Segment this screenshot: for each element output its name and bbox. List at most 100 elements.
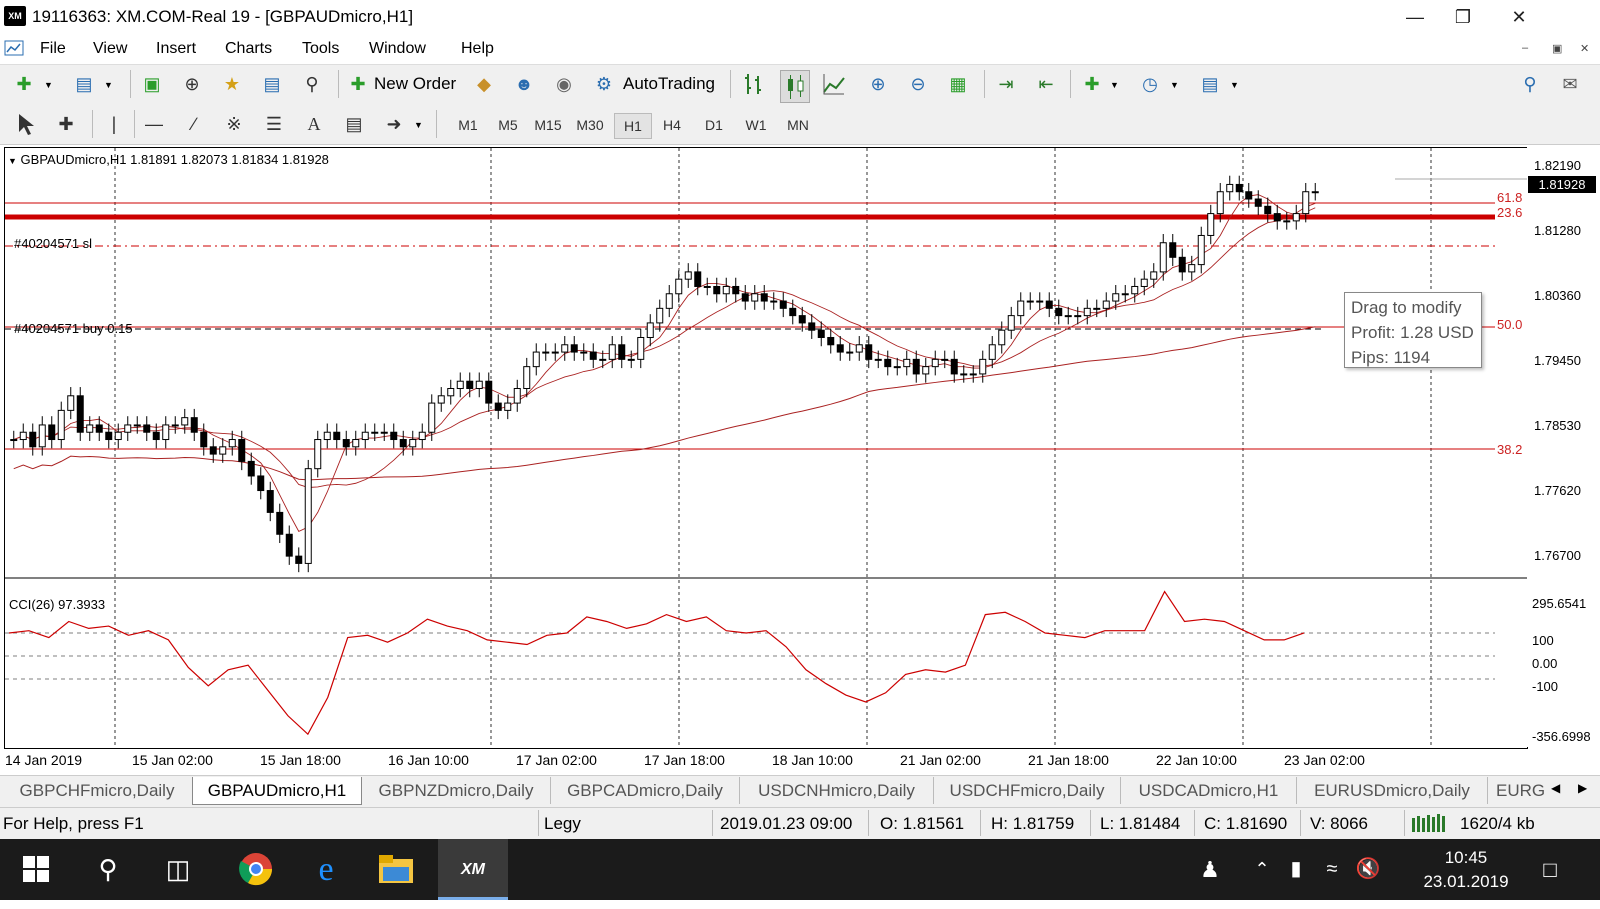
mdi-restore-icon[interactable]: ▣ (1552, 42, 1562, 55)
timeframe-w1[interactable]: W1 (738, 113, 774, 137)
candle-body (998, 329, 1006, 346)
chat-bubble-icon[interactable]: ✉ (1556, 70, 1584, 98)
search-icon[interactable]: ⚲ (1516, 70, 1544, 98)
timeframe-h4[interactable]: H4 (654, 113, 690, 137)
price-label: 1.77620 (1534, 483, 1581, 498)
crosshair-target-icon[interactable]: ⊕ (178, 70, 206, 98)
fibonacci-icon[interactable]: ☰ (260, 110, 288, 138)
windows-start-icon[interactable] (6, 839, 66, 900)
people-icon[interactable]: ♟ (1180, 839, 1240, 900)
menu-help[interactable]: Help (461, 40, 494, 58)
chart-window[interactable] (4, 147, 1528, 749)
task-view-icon[interactable]: ◫ (148, 839, 208, 900)
dropdown-arrow-icon[interactable]: ▼ (1170, 80, 1179, 90)
timeframe-m30[interactable]: M30 (572, 113, 608, 137)
bar-chart-icon[interactable] (740, 70, 768, 101)
tab-gbpaud[interactable]: GBPAUDmicro,H1 (192, 777, 362, 805)
zoom-in-icon[interactable]: ⊕ (864, 70, 892, 98)
timeframe-mn[interactable]: MN (780, 113, 816, 137)
tab-gbpchf[interactable]: GBPCHFmicro,Daily (2, 777, 193, 804)
timeframe-m15[interactable]: M15 (530, 113, 566, 137)
chart-shift-icon[interactable]: ⇤ (1032, 70, 1060, 98)
candle-body (314, 439, 322, 470)
candle-body (371, 431, 379, 434)
equidistant-channel-icon[interactable]: ※ (220, 110, 248, 138)
candlestick-chart-icon[interactable] (780, 70, 810, 103)
tab-scroll-left-icon[interactable]: ◀ (1551, 781, 1560, 795)
line-chart-icon[interactable] (820, 70, 848, 101)
auto-scroll-icon[interactable]: ⇥ (992, 70, 1020, 98)
dropdown-arrow-icon[interactable]: ▼ (104, 80, 113, 90)
vertical-line-icon[interactable]: | (100, 110, 128, 138)
periods-clock-icon[interactable]: ◷ (1136, 70, 1164, 98)
timeframe-m1[interactable]: M1 (450, 113, 486, 137)
tab-usdcnh[interactable]: USDCNHmicro,Daily (740, 777, 934, 804)
timeframe-h1[interactable]: H1 (614, 113, 652, 139)
dropdown-arrow-icon[interactable]: ▼ (414, 120, 423, 130)
tab-eurg[interactable]: EURG (1488, 777, 1554, 804)
timeframe-d1[interactable]: D1 (696, 113, 732, 137)
metaeditor-icon[interactable]: ◆ (470, 70, 498, 98)
tab-gbpnzd[interactable]: GBPNZDmicro,Daily (362, 777, 551, 804)
menu-file[interactable]: File (40, 40, 66, 58)
menu-window[interactable]: Window (369, 40, 426, 58)
menu-charts[interactable]: Charts (225, 40, 272, 58)
chart-window-icon[interactable] (4, 38, 26, 60)
profiles-icon[interactable]: ▤ (70, 70, 98, 98)
crosshair-icon[interactable]: ✚ (52, 110, 80, 138)
horizontal-line-icon[interactable]: — (140, 110, 168, 138)
timeframe-m5[interactable]: M5 (490, 113, 526, 137)
dropdown-arrow-icon[interactable]: ▼ (1110, 80, 1119, 90)
indicators-icon[interactable]: ✚ (1078, 70, 1106, 98)
new-order-button[interactable]: New Order (374, 74, 456, 94)
mdi-close-icon[interactable]: ✕ (1580, 42, 1589, 55)
trendline-icon[interactable]: ∕ (180, 110, 208, 138)
templates-icon[interactable]: ▤ (1196, 70, 1224, 98)
minimize-icon[interactable]: — (1392, 0, 1438, 34)
tab-scroll-right-icon[interactable]: ▶ (1578, 781, 1587, 795)
toolbar-separator (92, 110, 93, 138)
price-chart[interactable] (5, 148, 1527, 748)
cursor-icon[interactable] (10, 110, 38, 138)
candle-body (1178, 256, 1186, 273)
dropdown-arrow-icon[interactable]: ▼ (44, 80, 53, 90)
tab-usdcad[interactable]: USDCADmicro,H1 (1121, 777, 1297, 804)
market-watch-icon[interactable]: ▣ (138, 70, 166, 98)
price-label: 1.78530 (1534, 418, 1581, 433)
close-icon[interactable]: ✕ (1496, 0, 1542, 34)
action-center-icon[interactable]: □ (1520, 839, 1580, 900)
collapse-triangle-icon[interactable]: ▼ (8, 156, 17, 166)
terminal-icon[interactable]: ▤ (258, 70, 286, 98)
volume-muted-icon[interactable]: 🔇 (1338, 839, 1398, 900)
text-label-icon[interactable]: ▤ (340, 110, 368, 138)
restore-icon[interactable]: ❐ (1440, 0, 1486, 34)
tab-gbpcad[interactable]: GBPCADmicro,Daily (551, 777, 740, 804)
strategy-tester-icon[interactable]: ⚲ (298, 70, 326, 98)
text-icon[interactable]: A (300, 110, 328, 138)
navigator-icon[interactable]: ★ (218, 70, 246, 98)
chrome-icon[interactable] (226, 839, 286, 900)
signals-icon[interactable]: ◉ (550, 70, 578, 98)
chat-icon[interactable]: ☻ (510, 70, 538, 98)
autotrading-button[interactable]: AutoTrading (623, 74, 715, 94)
candle-body (1245, 191, 1253, 200)
candle-body (589, 351, 597, 360)
tab-usdchf[interactable]: USDCHFmicro,Daily (934, 777, 1121, 804)
tab-eurusd[interactable]: EURUSDmicro,Daily (1297, 777, 1488, 804)
mdi-minimize-icon[interactable]: – (1522, 42, 1528, 54)
menu-insert[interactable]: Insert (156, 40, 196, 58)
autotrading-icon[interactable]: ⚙ (590, 70, 618, 98)
edge-browser-icon[interactable]: e (296, 839, 356, 900)
taskbar-clock[interactable]: 10:45 23.01.2019 (1414, 846, 1518, 894)
arrows-icon[interactable]: ➜ (380, 110, 408, 138)
zoom-out-icon[interactable]: ⊖ (904, 70, 932, 98)
tile-windows-icon[interactable]: ▦ (944, 70, 972, 98)
search-icon[interactable]: ⚲ (78, 839, 138, 900)
file-explorer-icon[interactable] (366, 839, 426, 900)
menu-view[interactable]: View (93, 40, 127, 58)
xm-terminal-taskbar-icon[interactable]: XM (438, 839, 508, 900)
new-order-icon[interactable]: ✚ (344, 70, 372, 98)
dropdown-arrow-icon[interactable]: ▼ (1230, 80, 1239, 90)
menu-tools[interactable]: Tools (302, 40, 339, 58)
new-chart-icon[interactable]: ✚ (10, 70, 38, 98)
